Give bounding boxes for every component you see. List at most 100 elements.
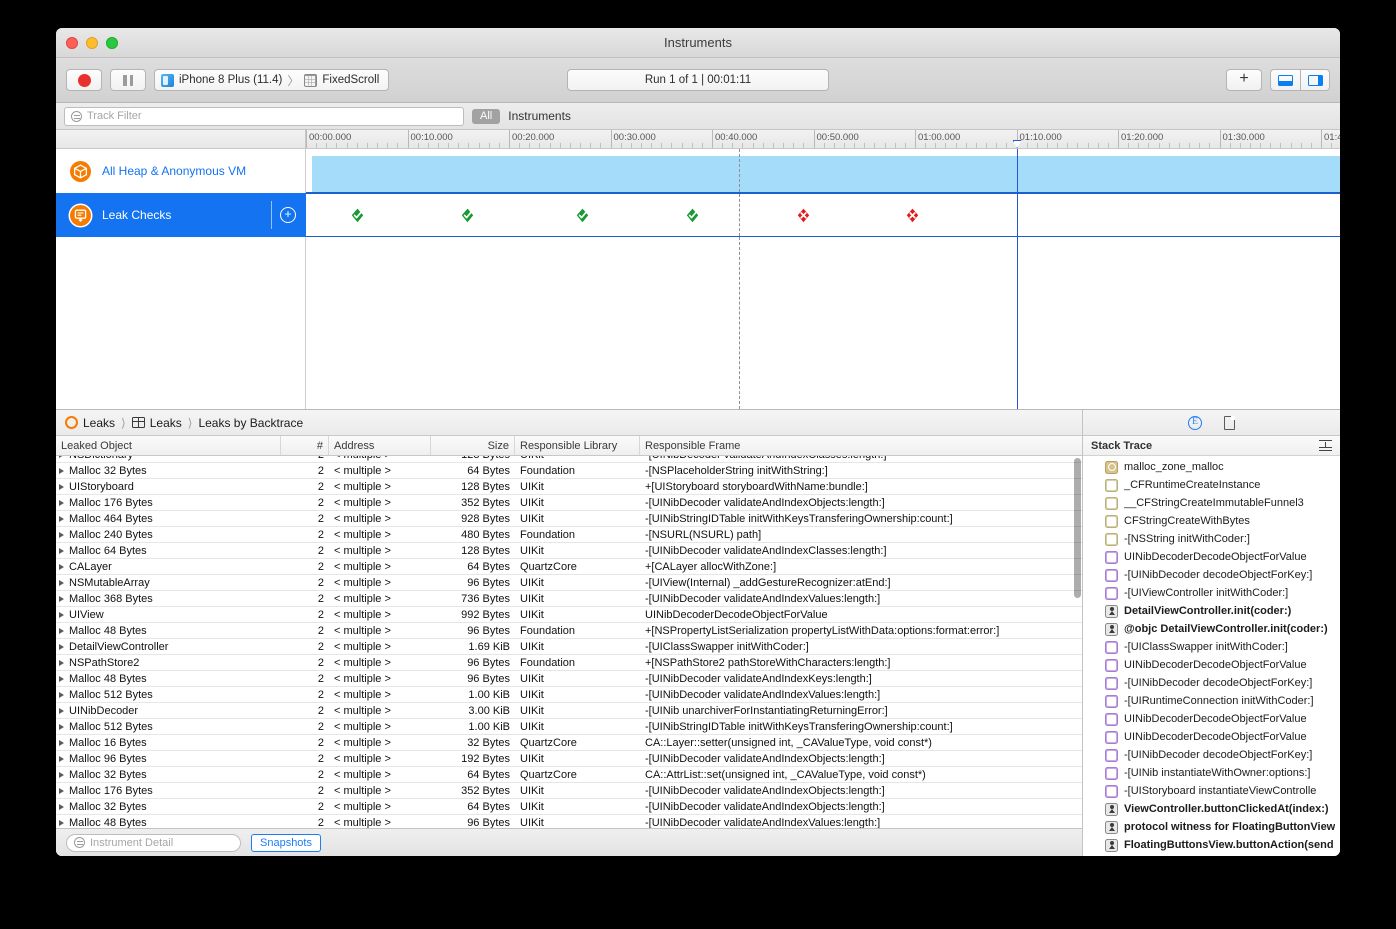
stack-frame-row[interactable]: UINibDecoderDecodeObjectForValue — [1083, 710, 1340, 728]
timeline-empty-lane[interactable] — [306, 237, 1340, 409]
cell-leaked-object[interactable]: Malloc 464 Bytes — [56, 511, 281, 526]
stack-frame-row[interactable]: UINibDecoderDecodeObjectForValue — [1083, 548, 1340, 566]
snapshots-button[interactable]: Snapshots — [251, 833, 321, 852]
table-row[interactable]: Malloc 48 Bytes 2 < multiple > 96 Bytes UIKi… — [56, 671, 1082, 687]
cell-leaked-object[interactable]: NSPathStore2 — [56, 655, 281, 670]
leaks-table[interactable]: NSDictionary 2 < multiple > 128 Bytes UIKit -… — [56, 456, 1082, 828]
cell-leaked-object[interactable]: Malloc 64 Bytes — [56, 543, 281, 558]
disclosure-triangle-icon[interactable] — [59, 499, 65, 506]
track-row-heap[interactable]: All Heap & Anonymous VM — [56, 149, 1340, 193]
disclosure-triangle-icon[interactable] — [59, 787, 65, 794]
column-header-responsible-library[interactable]: Responsible Library — [515, 436, 640, 455]
cell-leaked-object[interactable]: Malloc 32 Bytes — [56, 799, 281, 814]
table-row[interactable]: Malloc 512 Bytes 2 < multiple > 1.00 KiB UIK… — [56, 687, 1082, 703]
cell-leaked-object[interactable]: UIStoryboard — [56, 479, 281, 494]
table-row[interactable]: Malloc 32 Bytes 2 < multiple > 64 Bytes UIKi… — [56, 799, 1082, 815]
table-row[interactable]: NSPathStore2 2 < multiple > 96 Bytes Foundat… — [56, 655, 1082, 671]
disclosure-triangle-icon[interactable] — [59, 467, 65, 474]
stack-frame-row[interactable]: protocol witness for FloatingButtonView — [1083, 818, 1340, 836]
table-row[interactable]: Malloc 32 Bytes 2 < multiple > 64 Bytes Foun… — [56, 463, 1082, 479]
cell-leaked-object[interactable]: NSMutableArray — [56, 575, 281, 590]
disclosure-triangle-icon[interactable] — [59, 803, 65, 810]
track-header-leak-checks[interactable]: Leak Checks + — [56, 193, 306, 237]
table-row[interactable]: Malloc 240 Bytes 2 < multiple > 480 Bytes Fo… — [56, 527, 1082, 543]
track-lane-heap[interactable] — [306, 149, 1340, 193]
leak-check-pass-marker[interactable] — [686, 208, 699, 223]
track-filter-input[interactable]: Track Filter — [64, 106, 464, 126]
disclosure-triangle-icon[interactable] — [59, 819, 65, 826]
timeline-ruler[interactable]: 00:00.000 00:10.000 00:20.000 00:30.000 00:4… — [56, 130, 1340, 149]
stack-frame-row[interactable]: __CFStringCreateImmutableFunnel3 — [1083, 494, 1340, 512]
column-header-count[interactable]: # — [281, 436, 329, 455]
add-instrument-button[interactable]: + — [1226, 69, 1262, 91]
stack-frame-row[interactable]: -[UIViewController initWithCoder:] — [1083, 584, 1340, 602]
stack-frame-row[interactable]: -[UINibDecoder decodeObjectForKey:] — [1083, 674, 1340, 692]
cell-leaked-object[interactable]: UIView — [56, 607, 281, 622]
disclosure-triangle-icon[interactable] — [59, 659, 65, 666]
track-header-heap[interactable]: All Heap & Anonymous VM — [56, 149, 306, 193]
scope-all-button[interactable]: All — [472, 108, 501, 124]
stack-trace-list[interactable]: malloc_zone_malloc _CFRuntimeCreateInstan… — [1083, 456, 1340, 856]
disclosure-triangle-icon[interactable] — [59, 579, 65, 586]
disclosure-triangle-icon[interactable] — [59, 755, 65, 762]
track-lane-leak-checks[interactable] — [306, 193, 1340, 237]
cell-leaked-object[interactable]: DetailViewController — [56, 639, 281, 654]
stack-frame-row[interactable]: malloc_zone_malloc — [1083, 458, 1340, 476]
breadcrumb-item-leaks-instrument[interactable]: Leaks — [65, 416, 115, 430]
stack-frame-row[interactable]: UINibDecoderDecodeObjectForValue — [1083, 656, 1340, 674]
table-row[interactable]: UIStoryboard 2 < multiple > 128 Bytes UIKit +… — [56, 479, 1082, 495]
run-status-display[interactable]: Run 1 of 1 | 00:01:11 — [567, 69, 829, 91]
column-header-leaked-object[interactable]: Leaked Object — [56, 436, 281, 455]
target-selector[interactable]: iPhone 8 Plus (11.4) 〉 FixedScroll — [154, 69, 390, 91]
table-row[interactable]: Malloc 32 Bytes 2 < multiple > 64 Bytes Quar… — [56, 767, 1082, 783]
table-row[interactable]: Malloc 464 Bytes 2 < multiple > 928 Bytes UI… — [56, 511, 1082, 527]
stack-frame-row[interactable]: _CFRuntimeCreateInstance — [1083, 476, 1340, 494]
disclosure-triangle-icon[interactable] — [59, 675, 65, 682]
breadcrumb-item-leaks-by-backtrace[interactable]: Leaks by Backtrace — [198, 416, 303, 430]
cell-leaked-object[interactable]: Malloc 48 Bytes — [56, 815, 281, 828]
stack-frame-row[interactable]: FloatingButtonsView.buttonAction(send — [1083, 836, 1340, 854]
cell-leaked-object[interactable]: CALayer — [56, 559, 281, 574]
cell-leaked-object[interactable]: Malloc 32 Bytes — [56, 463, 281, 478]
leak-check-fail-marker[interactable] — [906, 208, 919, 223]
disclosure-triangle-icon[interactable] — [59, 483, 65, 490]
table-row[interactable]: UIView 2 < multiple > 992 Bytes UIKit UINibDe… — [56, 607, 1082, 623]
table-row[interactable]: Malloc 368 Bytes 2 < multiple > 736 Bytes UI… — [56, 591, 1082, 607]
cell-leaked-object[interactable]: Malloc 512 Bytes — [56, 687, 281, 702]
disclosure-triangle-icon[interactable] — [59, 739, 65, 746]
ruler-scale[interactable]: 00:00.000 00:10.000 00:20.000 00:30.000 00:4… — [306, 130, 1340, 148]
disclosure-triangle-icon[interactable] — [59, 771, 65, 778]
track-row-leak-checks[interactable]: Leak Checks + — [56, 193, 1340, 237]
table-row[interactable]: Malloc 64 Bytes 2 < multiple > 128 Bytes UIK… — [56, 543, 1082, 559]
pause-button[interactable] — [110, 69, 146, 91]
leak-check-pass-marker[interactable] — [351, 208, 364, 223]
cell-leaked-object[interactable]: Malloc 32 Bytes — [56, 767, 281, 782]
leak-check-pass-marker[interactable] — [461, 208, 474, 223]
disclosure-triangle-icon[interactable] — [59, 611, 65, 618]
collapse-stack-icon[interactable] — [1319, 440, 1332, 451]
table-row[interactable]: Malloc 176 Bytes 2 < multiple > 352 Bytes UI… — [56, 495, 1082, 511]
stack-frame-row[interactable]: -[UINibDecoder decodeObjectForKey:] — [1083, 566, 1340, 584]
cell-leaked-object[interactable]: UINibDecoder — [56, 703, 281, 718]
table-row[interactable]: Malloc 48 Bytes 2 < multiple > 96 Bytes Foun… — [56, 623, 1082, 639]
table-row[interactable]: Malloc 512 Bytes 2 < multiple > 1.00 KiB UIK… — [56, 719, 1082, 735]
disclosure-triangle-icon[interactable] — [59, 456, 65, 458]
stack-frame-row[interactable]: -[UIStoryboard instantiateViewControlle — [1083, 782, 1340, 800]
table-row[interactable]: NSDictionary 2 < multiple > 128 Bytes UIKit -… — [56, 456, 1082, 463]
stack-frame-row[interactable]: -[NSString initWithCoder:] — [1083, 530, 1340, 548]
toggle-bottom-panel-button[interactable] — [1270, 69, 1300, 91]
stack-frame-row[interactable]: DetailViewController.init(coder:) — [1083, 602, 1340, 620]
toggle-right-panel-button[interactable] — [1300, 69, 1330, 91]
cell-leaked-object[interactable]: Malloc 512 Bytes — [56, 719, 281, 734]
stack-frame-row[interactable]: -[UINibDecoder decodeObjectForKey:] — [1083, 746, 1340, 764]
cell-leaked-object[interactable]: Malloc 48 Bytes — [56, 671, 281, 686]
table-row[interactable]: NSMutableArray 2 < multiple > 96 Bytes UIKit… — [56, 575, 1082, 591]
breadcrumb-item-leaks-table[interactable]: Leaks — [131, 416, 182, 430]
column-header-address[interactable]: Address — [329, 436, 431, 455]
playhead-line[interactable] — [1016, 194, 1018, 236]
leak-check-pass-marker[interactable] — [576, 208, 589, 223]
leak-check-fail-marker[interactable] — [797, 208, 810, 223]
cell-leaked-object[interactable]: Malloc 96 Bytes — [56, 751, 281, 766]
playhead-line[interactable] — [1016, 149, 1018, 192]
extended-detail-icon[interactable]: E — [1188, 415, 1202, 430]
